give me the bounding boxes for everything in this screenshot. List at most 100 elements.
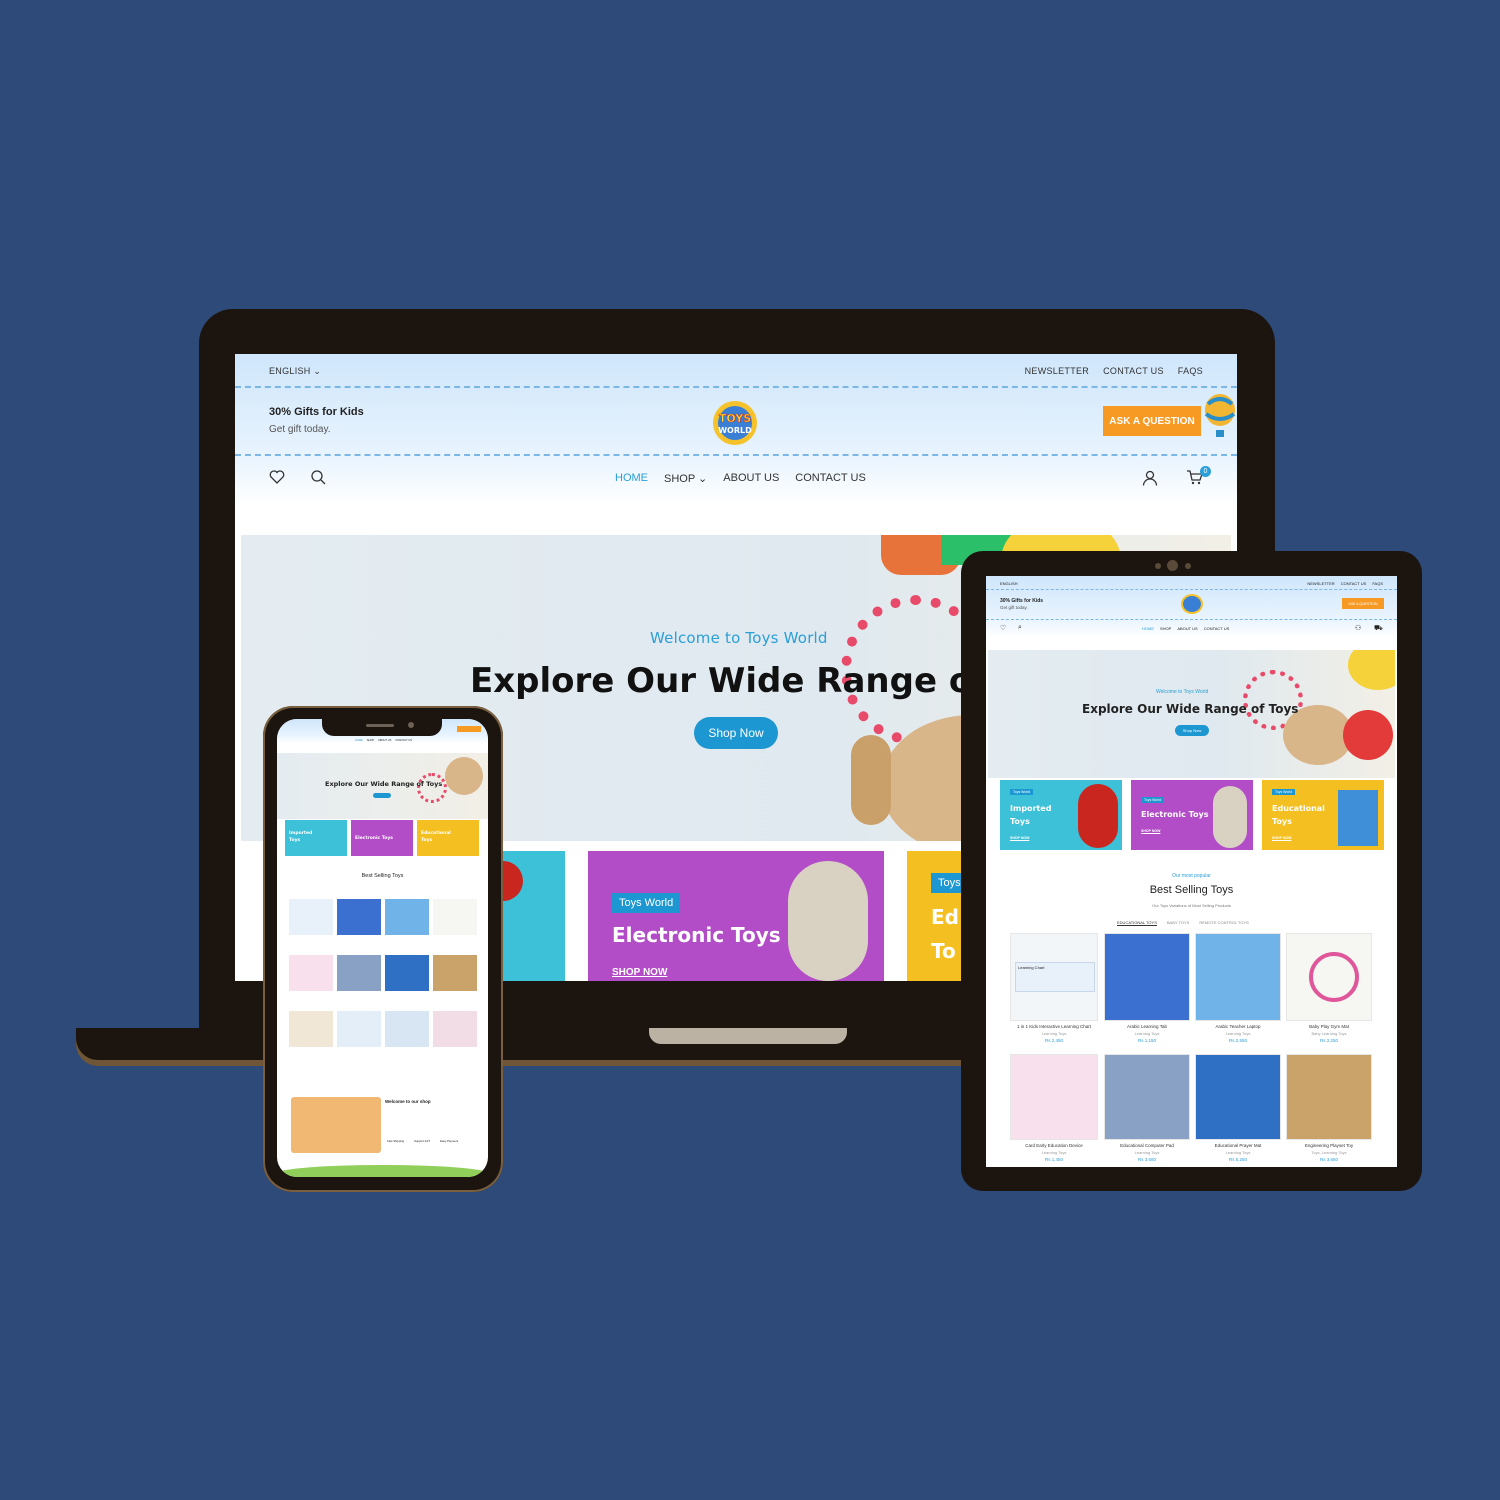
product-name: Baby Play Gym Mat	[1309, 1024, 1349, 1029]
nav-home[interactable]: HOME	[355, 739, 363, 742]
ask-question-button[interactable]: ASK A QUESTION	[1342, 598, 1384, 609]
ask-question-button[interactable]: ASK A QUESTION	[1103, 406, 1201, 436]
category-tag: Toys World	[1272, 789, 1296, 795]
skeleton-toy-image	[788, 861, 868, 981]
top-link-contact[interactable]: CONTACT US	[1341, 581, 1367, 586]
product-card[interactable]: Engineering Playset Toy Toys, Learning T…	[1286, 1054, 1372, 1162]
top-link-faqs[interactable]: FAQS	[1372, 581, 1383, 586]
category-shop-now[interactable]: SHOP NOW	[1010, 836, 1029, 840]
nav-shop[interactable]: SHOP	[1160, 626, 1171, 631]
category-shop-now[interactable]: SHOP NOW	[1272, 836, 1291, 840]
product-image[interactable]	[337, 1011, 381, 1047]
nav-about[interactable]: ABOUT US	[723, 472, 779, 485]
product-image[interactable]	[385, 955, 429, 991]
product-card[interactable]: Educational Computer Pad Learning Toys R…	[1104, 1054, 1190, 1162]
category-card-electronic[interactable]: Electronic Toys	[351, 820, 413, 856]
kid-playing-image	[291, 1097, 381, 1153]
product-image[interactable]	[289, 899, 333, 935]
category-shop-now[interactable]: SHOP NOW	[612, 967, 667, 978]
tab-educational-toys[interactable]: EDUCATIONAL TOYS	[1117, 920, 1157, 926]
nav-shop[interactable]: SHOP ⌄	[664, 472, 707, 485]
product-image[interactable]	[337, 955, 381, 991]
tablet-screen: ENGLISH NEWSLETTER CONTACT US FAQS 30% G…	[986, 576, 1397, 1167]
product-price: Rs 2,550	[1228, 1038, 1247, 1043]
product-name: Arabic Learning Tab	[1127, 1024, 1167, 1029]
category-name: Educational Toys	[421, 831, 451, 843]
ask-question-button[interactable]	[457, 726, 481, 732]
site-logo[interactable]: TOYS WORLD	[707, 398, 763, 448]
product-image[interactable]	[433, 955, 477, 991]
balloon-icon	[1203, 394, 1237, 447]
top-links: NEWSLETTER CONTACT US FAQS	[1025, 366, 1203, 376]
account-icon[interactable]	[1142, 470, 1158, 491]
welcome-shop-title: Welcome to our shop	[385, 1099, 431, 1104]
promo-subtitle: Get gift today.	[269, 424, 331, 435]
nav-home[interactable]: HOME	[1142, 626, 1154, 631]
category-name: Electronic Toys	[355, 836, 393, 841]
language-selector[interactable]: ENGLISH ⌄	[269, 366, 321, 377]
nav-contact[interactable]: CONTACT US	[395, 739, 412, 742]
features-row: Fast Shipping Support 24/7 Easy Payment	[387, 1139, 458, 1143]
category-card-electronic[interactable]: Toys World Electronic Toys SHOP NOW	[1131, 780, 1253, 850]
top-link-newsletter[interactable]: NEWSLETTER	[1025, 366, 1090, 376]
product-image[interactable]	[433, 1011, 477, 1047]
nav-about[interactable]: ABOUT US	[378, 739, 391, 742]
category-name: Electronic Toys	[612, 923, 781, 947]
product-card[interactable]: Learning Chart 1 in 1 Kids Interactive L…	[1010, 933, 1098, 1043]
category-card-electronic[interactable]: Toys World Electronic Toys SHOP NOW	[588, 851, 884, 981]
main-nav: HOME SHOP ⌄ ABOUT US CONTACT US 0	[235, 464, 1237, 494]
search-icon[interactable]	[311, 470, 326, 490]
promo-title: 30% Gifts for Kids	[269, 406, 364, 418]
product-image[interactable]	[385, 899, 429, 935]
product-card[interactable]: Educational Prayer Mat Learning Toys Rs …	[1195, 1054, 1281, 1162]
wishlist-icon[interactable]: ♡	[1000, 624, 1006, 632]
cart-icon[interactable]: 0	[1186, 466, 1211, 491]
cart-count-badge: 0	[1200, 466, 1211, 477]
category-name: Ed	[931, 905, 959, 929]
nav-contact[interactable]: CONTACT US	[795, 472, 866, 485]
product-image[interactable]	[337, 899, 381, 935]
product-card[interactable]: Arabic Teacher Laptop Learning Toys Rs 2…	[1195, 933, 1281, 1043]
product-image[interactable]	[433, 899, 477, 935]
category-card-imported[interactable]: Toys World Imported Toys SHOP NOW	[1000, 780, 1122, 850]
wishlist-icon[interactable]	[269, 470, 285, 490]
promo-block: 30% Gifts for Kids Get gift today.	[269, 406, 364, 435]
account-icon[interactable]: ⚇	[1355, 624, 1361, 632]
product-card[interactable]: Baby Play Gym Mat Baby Learning Toys Rs …	[1286, 933, 1372, 1043]
category-card-educational[interactable]: Toys World Educational Toys SHOP NOW	[1262, 780, 1384, 850]
cart-icon[interactable]: ⛟	[1374, 624, 1383, 633]
nav-shop[interactable]: SHOP	[367, 739, 374, 742]
tab-remote-control-toys[interactable]: REMOTE CONTROL TOYS	[1199, 920, 1249, 926]
top-link-newsletter[interactable]: NEWSLETTER	[1307, 581, 1334, 586]
product-image[interactable]	[289, 955, 333, 991]
nav-contact[interactable]: CONTACT US	[1204, 626, 1230, 631]
hero-title: Explore Our Wide Range of Toys	[1082, 702, 1299, 716]
category-card-educational[interactable]: Educational Toys	[417, 820, 479, 856]
nav-about[interactable]: ABOUT US	[1177, 626, 1197, 631]
svg-text:WORLD: WORLD	[718, 426, 752, 435]
category-card-educational[interactable]: Toys Ed To	[907, 851, 967, 981]
hero-shop-now-button[interactable]	[373, 793, 391, 798]
product-image[interactable]	[289, 1011, 333, 1047]
tab-baby-toys[interactable]: BABY TOYS	[1167, 920, 1189, 926]
category-card-imported[interactable]: Imported Toys	[285, 820, 347, 856]
search-icon[interactable]: ⌕	[1018, 624, 1022, 632]
phone-screen: HOME SHOP ABOUT US CONTACT US Explore Ou…	[277, 719, 488, 1177]
site-logo[interactable]	[1181, 594, 1203, 614]
nav-home[interactable]: HOME	[615, 472, 648, 485]
product-image[interactable]	[385, 1011, 429, 1047]
top-link-faqs[interactable]: FAQS	[1178, 366, 1203, 376]
top-link-contact[interactable]: CONTACT US	[1103, 366, 1164, 376]
hero-shop-now-button[interactable]: Shop Now	[1175, 725, 1209, 736]
category-tag: Toys World	[612, 893, 681, 913]
main-nav: HOME SHOP ABOUT US CONTACT US	[1142, 626, 1229, 631]
product-card[interactable]: Arabic Learning Tab Learning Toys Rs 1,1…	[1104, 933, 1190, 1043]
product-card[interactable]: Card Early Education Device Learning Toy…	[1010, 1054, 1098, 1162]
language-selector[interactable]: ENGLISH	[1000, 581, 1018, 586]
product-name: Educational Prayer Mat	[1214, 1143, 1262, 1148]
category-shop-now[interactable]: SHOP NOW	[1141, 829, 1160, 833]
hero-shop-now-button[interactable]: Shop Now	[694, 717, 778, 749]
product-category: Baby Learning Toys	[1311, 1031, 1347, 1036]
product-name: 1 in 1 Kids Interactive Learning Chart	[1016, 1024, 1092, 1029]
product-price: Rs 3,650	[1137, 1157, 1156, 1162]
